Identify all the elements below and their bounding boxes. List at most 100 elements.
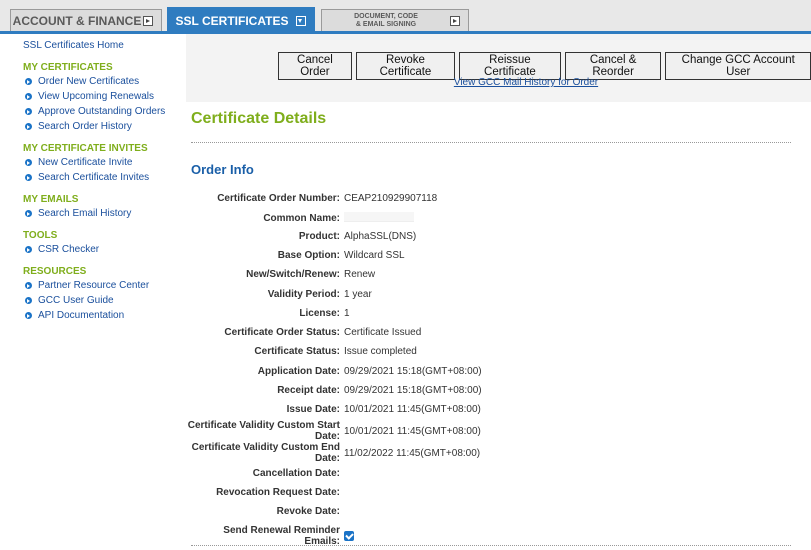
- sidebar-item-label: Order New Certificates: [38, 76, 140, 87]
- row-application-date: Application Date: 09/29/2021 15:18(GMT+08…: [186, 366, 482, 377]
- main-content: Cancel Order Revoke Certificate Reissue …: [186, 34, 811, 550]
- sidebar-item-order-new[interactable]: Order New Certificates: [25, 76, 139, 87]
- revoke-certificate-button[interactable]: Revoke Certificate: [355, 52, 456, 80]
- sidebar-item-search-invites[interactable]: Search Certificate Invites: [25, 172, 149, 183]
- section-title-order-info: Order Info: [191, 162, 254, 177]
- field-label: Certificate Validity Custom End Date:: [191, 442, 340, 464]
- row-order-status: Certificate Order Status: Certificate Iss…: [186, 327, 421, 338]
- field-value: 1: [344, 308, 350, 319]
- sidebar-item-label: View Upcoming Renewals: [38, 91, 154, 102]
- field-label: Send Renewal Reminder Emails:: [223, 525, 340, 547]
- sidebar-item-upcoming-renewals[interactable]: View Upcoming Renewals: [25, 91, 154, 102]
- sidebar-item-api-docs[interactable]: API Documentation: [25, 310, 124, 321]
- row-order-number: Certificate Order Number: CEAP21092990711…: [186, 193, 437, 204]
- row-cancellation-date: Cancellation Date:: [186, 468, 340, 479]
- dropdown-arrow-icon[interactable]: [296, 16, 306, 26]
- sidebar-item-label: Search Email History: [38, 208, 132, 219]
- sidebar-item-email-history[interactable]: Search Email History: [25, 208, 131, 219]
- field-value: Wildcard SSL: [344, 250, 405, 261]
- sidebar-item-partner-resource[interactable]: Partner Resource Center: [25, 280, 149, 291]
- sidebar-section-my-certificates: MY CERTIFICATES: [23, 62, 113, 73]
- sidebar-item-label: Search Certificate Invites: [38, 172, 150, 183]
- tab-account-label: ACCOUNT & FINANCE: [12, 13, 142, 28]
- sidebar-item-label: Approve Outstanding Orders: [38, 106, 166, 117]
- reissue-certificate-button[interactable]: Reissue Certificate: [459, 52, 561, 80]
- renewal-reminder-checkbox[interactable]: [344, 531, 354, 541]
- field-value: 10/01/2021 11:45(GMT+08:00): [344, 404, 481, 415]
- tab-account-finance[interactable]: ACCOUNT & FINANCE: [10, 9, 162, 31]
- field-label: New/Switch/Renew:: [246, 269, 340, 280]
- change-account-user-button[interactable]: Change GCC Account User: [665, 52, 811, 80]
- field-value: 11/02/2022 11:45(GMT+08:00): [344, 447, 481, 459]
- arrow-bullet-icon: [25, 123, 32, 130]
- field-label: Certificate Status:: [254, 346, 340, 357]
- sidebar-item-label: Partner Resource Center: [38, 280, 150, 291]
- field-value: 1 year: [344, 289, 372, 300]
- arrow-bullet-icon: [25, 78, 32, 85]
- top-tab-bar: ACCOUNT & FINANCE SSL CERTIFICATES DOCUM…: [0, 0, 811, 34]
- row-renewal-reminder: Send Renewal Reminder Emails:: [186, 525, 354, 547]
- sidebar-home-link[interactable]: SSL Certificates Home: [23, 40, 124, 51]
- field-label: Certificate Order Status:: [224, 327, 340, 338]
- arrow-bullet-icon: [25, 159, 32, 166]
- arrow-bullet-icon: [25, 282, 32, 289]
- field-label: Base Option:: [277, 250, 340, 261]
- field-value: CEAP210929907118: [344, 193, 438, 204]
- field-label: Certificate Order Number:: [217, 193, 340, 204]
- tab-document-signing[interactable]: DOCUMENT, CODE & EMAIL SIGNING: [321, 9, 469, 31]
- field-label: Revocation Request Date:: [216, 487, 340, 498]
- redacted-value: [344, 212, 414, 225]
- field-label: Issue Date:: [286, 404, 340, 415]
- sidebar-item-label: GCC User Guide: [38, 295, 114, 306]
- cancel-reorder-button[interactable]: Cancel & Reorder: [564, 52, 662, 80]
- expand-arrow-icon[interactable]: [450, 15, 460, 26]
- field-label: Product:: [298, 231, 340, 242]
- field-value: 09/29/2021 15:18(GMT+08:00): [344, 366, 482, 377]
- row-validity-period: Validity Period: 1 year: [186, 289, 372, 300]
- row-base-option: Base Option: Wildcard SSL: [186, 250, 405, 261]
- field-label: Common Name:: [263, 213, 340, 224]
- row-new-switch-renew: New/Switch/Renew: Renew: [186, 269, 375, 280]
- field-label: Validity Period:: [267, 289, 340, 300]
- field-value: 10/01/2021 11:45(GMT+08:00): [344, 425, 481, 437]
- field-value: 09/29/2021 15:18(GMT+08:00): [344, 385, 482, 396]
- details-panel: [186, 102, 811, 550]
- divider: [191, 545, 791, 546]
- sidebar: SSL Certificates Home MY CERTIFICATES Or…: [0, 34, 186, 550]
- field-label: Revoke Date:: [276, 506, 340, 517]
- row-receipt-date: Receipt date: 09/29/2021 15:18(GMT+08:00): [186, 385, 482, 396]
- field-value: Issue completed: [344, 346, 417, 357]
- row-custom-start-date: Certificate Validity Custom Start Date: 1…: [186, 420, 481, 442]
- arrow-bullet-icon: [25, 174, 32, 181]
- row-custom-end-date: Certificate Validity Custom End Date: 11/…: [186, 442, 480, 464]
- field-value: AlphaSSL(DNS): [344, 231, 417, 242]
- arrow-bullet-icon: [25, 312, 32, 319]
- cancel-order-button[interactable]: Cancel Order: [278, 52, 352, 80]
- tab-ssl-label: SSL CERTIFICATES: [175, 14, 289, 28]
- field-label: License:: [299, 308, 340, 319]
- sidebar-item-label: CSR Checker: [38, 244, 100, 255]
- sidebar-section-tools: TOOLS: [23, 230, 58, 241]
- row-license: License: 1: [186, 308, 350, 319]
- arrow-bullet-icon: [25, 297, 32, 304]
- field-label: Cancellation Date:: [252, 468, 340, 479]
- divider: [191, 142, 791, 143]
- page-title: Certificate Details: [191, 110, 327, 127]
- tab-doc-label: DOCUMENT, CODE & EMAIL SIGNING: [322, 13, 450, 29]
- mail-history-link[interactable]: View GCC Mail History for Order: [186, 77, 811, 88]
- arrow-bullet-icon: [25, 93, 32, 100]
- arrow-bullet-icon: [25, 108, 32, 115]
- sidebar-section-resources: RESOURCES: [23, 266, 87, 277]
- sidebar-item-label: New Certificate Invite: [38, 157, 133, 168]
- sidebar-item-user-guide[interactable]: GCC User Guide: [25, 295, 114, 306]
- sidebar-item-label: API Documentation: [38, 310, 125, 321]
- tab-ssl-certificates[interactable]: SSL CERTIFICATES: [167, 7, 315, 34]
- arrow-bullet-icon: [25, 246, 32, 253]
- sidebar-item-csr-checker[interactable]: CSR Checker: [25, 244, 99, 255]
- sidebar-item-approve-orders[interactable]: Approve Outstanding Orders: [25, 106, 165, 117]
- expand-arrow-icon[interactable]: [143, 15, 153, 26]
- sidebar-item-search-orders[interactable]: Search Order History: [25, 121, 132, 132]
- tab-doc-line2: & EMAIL SIGNING: [355, 20, 417, 28]
- sidebar-item-new-invite[interactable]: New Certificate Invite: [25, 157, 132, 168]
- row-common-name: Common Name:: [186, 212, 414, 225]
